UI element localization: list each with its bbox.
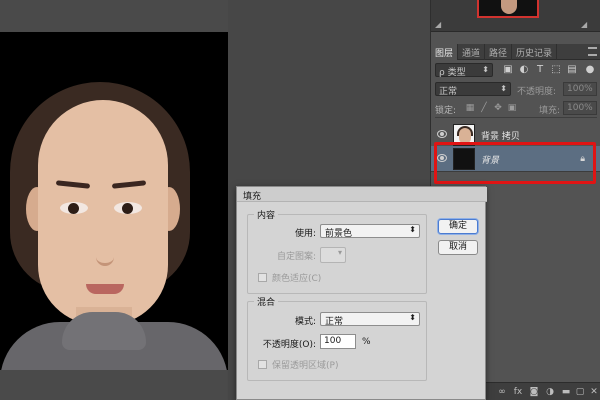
tab-history[interactable]: 历史记录 [512,44,558,60]
fill-dialog: 填充 内容 使用: 前景色 ⬍ 自定图案: ▾ 颜色适应(C) 混合 模式: 正常… [236,186,487,400]
lock-all-icon[interactable]: ▣ [507,103,517,113]
add-mask-icon[interactable]: ◙ [529,387,539,397]
lock-transparent-icon[interactable]: ▦ [465,103,475,113]
layer-name[interactable]: 背景 拷贝 [481,129,520,142]
lock-move-icon[interactable]: ✥ [493,103,503,113]
visibility-eye-icon[interactable] [437,130,447,138]
opacity-label: 不透明度(O): [262,340,316,350]
new-group-icon[interactable]: ▬ [561,387,571,397]
opacity-field[interactable]: 100% [563,82,597,96]
custom-pattern-label: 自定图案: [276,252,316,262]
filter-shape-icon[interactable]: ⬚ [551,64,561,75]
blend-mode-select[interactable]: 正常 ⬍ [435,82,511,97]
layer-thumbnail [453,148,475,170]
filter-pixel-icon[interactable]: ▣ [503,64,513,75]
cancel-button[interactable]: 取消 [438,240,478,255]
blend-group: 混合 模式: 正常 ⬍ 不透明度(O): 100 % 保留透明区域(P) [247,295,427,381]
navigator-panel[interactable]: ◢ ◢ [431,0,600,32]
layer-thumbnail [453,124,475,146]
layer-row-selected[interactable]: 背景 🔒︎ [431,146,600,172]
portrait-nose [96,232,114,266]
panel-menu-icon[interactable] [588,47,597,56]
mode-label: 模式: [294,317,316,327]
layer-row[interactable]: 背景 拷贝 [431,122,600,148]
portrait-collar [62,312,146,350]
dialog-title[interactable]: 填充 [237,187,487,202]
layer-style-icon[interactable]: fx [513,387,523,397]
opacity-label: 不透明度: [517,87,557,97]
filter-adjustment-icon[interactable]: ◐ [519,64,529,75]
lock-icon: 🔒︎ [580,154,585,164]
layer-name[interactable]: 背景 [481,153,499,166]
use-label: 使用: [294,229,316,239]
mode-select[interactable]: 正常 ⬍ [320,312,420,327]
color-adapt-label: 颜色适应(C) [272,274,322,284]
filter-type-icon[interactable]: T [535,64,545,75]
tab-paths[interactable]: 路径 [485,44,513,60]
visibility-eye-icon[interactable] [437,154,447,162]
opacity-input[interactable]: 100 [320,334,356,349]
lock-row: 锁定: ▦ ╱ ✥ ▣ 填充: 100% [435,101,597,118]
content-group-title: 内容 [254,208,279,221]
portrait-eye-left [60,202,88,214]
zoom-out-icon[interactable]: ◢ [435,20,441,29]
blend-mode-row: 正常 ⬍ 不透明度: 100% [435,82,597,98]
filter-kind-select[interactable]: ρ 类型 ⬍ [435,63,493,78]
new-layer-icon[interactable]: ▢ [575,387,585,397]
canvas-image[interactable] [0,32,228,370]
portrait-mouth [86,284,124,294]
tab-channels[interactable]: 通道 [458,44,486,60]
blend-group-title: 混合 [254,295,279,308]
opacity-unit: % [362,337,371,347]
preserve-transparency-checkbox [258,360,267,369]
lock-label: 锁定: [435,106,457,116]
panel-tabs: 图层 通道 路径 历史记录 [431,44,600,60]
fill-field[interactable]: 100% [563,101,597,115]
fill-label: 填充: [539,106,561,116]
layer-filter-row: ρ 类型 ⬍ ▣ ◐ T ⬚ ▤ ● [435,62,597,78]
color-adapt-checkbox [258,273,267,282]
filter-toggle-icon[interactable]: ● [585,64,595,75]
zoom-in-icon[interactable]: ◢ [581,20,587,29]
filter-smart-object-icon[interactable]: ▤ [567,64,577,75]
tab-layers[interactable]: 图层 [431,44,459,60]
lock-brush-icon[interactable]: ╱ [479,103,489,113]
preserve-transparency-label: 保留透明区域(P) [272,361,339,371]
navigator-controls: ◢ ◢ [431,18,600,31]
adjustment-layer-icon[interactable]: ◑ [545,387,555,397]
use-select[interactable]: 前景色 ⬍ [320,224,420,239]
portrait-eye-right [114,202,142,214]
link-layers-icon[interactable]: ∞ [497,387,507,397]
delete-layer-icon[interactable]: ✕ [589,387,599,397]
navigator-thumbnail[interactable] [477,0,539,18]
ok-button[interactable]: 确定 [438,219,478,234]
content-group: 内容 使用: 前景色 ⬍ 自定图案: ▾ 颜色适应(C) [247,208,427,294]
custom-pattern-picker: ▾ [320,247,346,263]
